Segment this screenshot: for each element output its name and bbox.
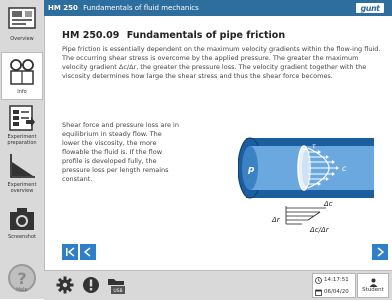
folder-usb-icon: USB [108,279,125,294]
pressure-label: p [247,165,255,175]
next-page-button[interactable] [372,244,388,260]
chevron-left-icon [83,247,91,257]
app-window: Overview Info Experiment preparation Exp… [0,0,392,300]
sidebar-item-info[interactable]: Info [1,52,43,100]
glasses-book-icon [10,59,34,85]
sidebar-item-screenshot[interactable]: Screenshot [2,206,42,240]
warning-icon [83,277,99,293]
gradient-ratio-label: Δc/Δr [309,226,330,234]
user-indicator[interactable]: Student [357,273,389,298]
window-title: HM 250 Fundamentals of fluid mechanics [48,4,199,12]
time-row: 14:17:51 [313,274,355,286]
bottom-toolbar: USB 14:17:51 06/04/20 Student [44,270,392,300]
window-title-text: Fundamentals of fluid mechanics [83,4,199,12]
sidebar-item-experiment-preparation[interactable]: Experiment preparation [2,104,42,146]
date-row: 06/04/20 [313,286,355,298]
pipe-friction-diagram: p c τ Δc Δr Δc/Δr [238,137,374,234]
sidebar-item-label: Overview [10,36,34,42]
page-title-code: HM 250.09 [62,30,120,41]
sidebar-item-label: Info [17,89,27,95]
user-name: Student [362,287,384,293]
sidebar-item-overview[interactable]: Overview [2,6,42,42]
usb-folder-button[interactable]: USB [106,274,128,296]
first-page-button[interactable] [62,244,78,260]
sidebar-item-label: Experiment preparation [7,134,37,146]
sidebar: Overview Info Experiment preparation Exp… [0,0,45,299]
gunt-logo: gunt [356,3,384,13]
gradient-detail [285,206,326,225]
window-code: HM 250 [48,4,78,12]
sidebar-item-label: Screenshot [8,234,36,240]
date-value: 06/04/20 [324,289,349,295]
sidebar-item-label: Help [16,287,28,293]
main-content: HM 250.09 Fundamentals of pipe friction … [52,18,384,81]
clock-display: 14:17:51 06/04/20 [312,273,356,298]
page-title-text: Fundamentals of pipe friction [126,30,286,41]
title-bar: HM 250 Fundamentals of fluid mechanics g… [44,0,392,16]
overview-icon [8,7,36,29]
settings-button[interactable] [54,274,76,296]
sidebar-item-label: Experiment overview [7,182,37,194]
camera-icon [10,208,34,230]
alert-button[interactable] [80,274,102,296]
svg-text:USB: USB [113,288,122,294]
intro-paragraph: Pipe friction is essentially dependent o… [62,45,381,80]
shear-stress-label: τ [312,143,316,150]
gear-icon [56,276,74,294]
clock-icon [315,276,322,284]
delta-r-label: Δr [271,216,281,224]
page-title: HM 250.09 Fundamentals of pipe friction [62,30,384,41]
previous-page-button[interactable] [80,244,96,260]
velocity-label: c [342,164,347,173]
graph-icon [10,154,35,178]
delta-c-label: Δc [323,200,333,208]
chevron-right-icon [377,247,385,257]
clipboard-icon [9,105,35,131]
time-value: 14:17:51 [324,277,349,283]
user-icon [369,278,377,287]
sidebar-item-experiment-overview[interactable]: Experiment overview [2,152,42,194]
first-page-icon [66,247,75,257]
calendar-icon [315,289,322,296]
equilibrium-paragraph: Shear force and pressure loss are in equ… [62,120,179,183]
